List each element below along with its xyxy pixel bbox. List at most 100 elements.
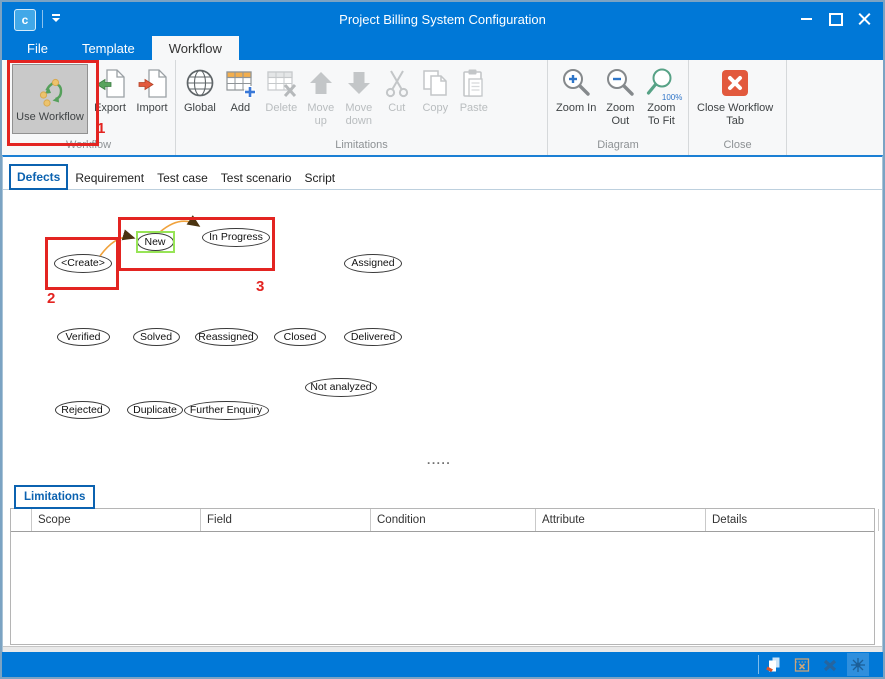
zoom-out-button[interactable]: Zoom Out (601, 63, 639, 130)
annotation-number-2: 2 (47, 290, 55, 307)
use-workflow-button[interactable]: Use Workflow (12, 64, 88, 134)
column-header-icon[interactable] (11, 509, 32, 531)
ribbon-button-row: Zoom In Zoom Out 100%Zoom To Fit (548, 60, 688, 139)
ribbon: Use WorkflowExportImportWorkflowGlobalAd… (2, 60, 883, 155)
node-create[interactable]: <Create> (54, 254, 112, 273)
content-panel: DefectsRequirementTest caseTest scenario… (2, 155, 883, 652)
ribbon-button-label: Zoom To Fit (647, 102, 675, 128)
node-in-progress[interactable]: In Progress (202, 228, 270, 247)
ribbon-button-row: Close Workflow Tab (689, 60, 786, 139)
ribbon-group-label: Close (689, 139, 786, 155)
export-button[interactable]: Export (90, 63, 130, 117)
ribbon-button-label: Zoom Out (606, 102, 634, 128)
close-workflow-tab-button[interactable]: Close Workflow Tab (694, 63, 776, 130)
titlebar-separator (42, 10, 43, 28)
window-controls (792, 2, 879, 36)
add-button[interactable]: Add (221, 63, 260, 117)
maximize-button[interactable] (821, 6, 850, 32)
column-header-field[interactable]: Field (201, 509, 371, 531)
column-header-scope[interactable]: Scope (32, 509, 201, 531)
workflow-canvas[interactable]: ..... <Create>NewIn ProgressAssignedVeri… (3, 190, 882, 482)
statusbar-icons (763, 653, 869, 676)
import-button[interactable]: Import (132, 63, 172, 117)
table-delete-icon (265, 65, 298, 101)
ribbon-button-label: Close Workflow Tab (697, 102, 773, 128)
zoom-in-icon (560, 65, 592, 101)
zoom-percent-badge: 100% (662, 93, 682, 102)
paste-icon (459, 65, 489, 101)
cut-button: Cut (379, 63, 415, 117)
ribbon-group-diagram: Zoom In Zoom Out 100%Zoom To Fit Diagram (548, 60, 689, 155)
move-down-button: Move down (341, 63, 377, 130)
statusbar-separator (758, 655, 759, 674)
tab-limitations[interactable]: Limitations (14, 485, 95, 509)
ribbon-button-label: Delete (265, 102, 297, 115)
copy-icon (420, 65, 451, 101)
limitations-table: ScopeFieldConditionAttributeDetails (10, 508, 875, 645)
minimize-button[interactable] (792, 6, 821, 32)
move-up-icon (306, 65, 336, 101)
maximize-icon (829, 13, 843, 26)
menu-tab-workflow[interactable]: Workflow (152, 36, 239, 60)
tab-test-case[interactable]: Test case (151, 167, 214, 189)
node-duplicate[interactable]: Duplicate (127, 401, 183, 419)
status-bar (2, 652, 883, 677)
global-button[interactable]: Global (181, 63, 219, 117)
ribbon-group-label: Limitations (176, 139, 547, 155)
column-header-condition[interactable]: Condition (371, 509, 536, 531)
ribbon-button-label: Add (231, 102, 251, 115)
ribbon-button-label: Move up (307, 102, 334, 128)
tab-defects[interactable]: Defects (9, 164, 68, 190)
pages-icon[interactable] (763, 653, 785, 676)
ribbon-button-label: Import (136, 102, 167, 115)
node-closed[interactable]: Closed (274, 328, 326, 346)
close-button[interactable] (850, 6, 879, 32)
quick-access-dropdown-icon[interactable] (52, 14, 60, 22)
tab-requirement[interactable]: Requirement (69, 167, 150, 189)
ribbon-button-label: Global (184, 102, 216, 115)
snowflake-icon[interactable] (847, 653, 869, 676)
node-rejected[interactable]: Rejected (55, 401, 110, 419)
app-window: c Project Billing System Configuration F… (0, 0, 885, 679)
paste-button: Paste (456, 63, 492, 117)
title-bar: c Project Billing System Configuration (2, 2, 883, 36)
menu-tab-template[interactable]: Template (65, 36, 152, 60)
ribbon-group-workflow: Use WorkflowExportImportWorkflow (2, 60, 176, 155)
ribbon-button-row: Use Workflow Export Import (2, 60, 175, 139)
column-header-attribute[interactable]: Attribute (536, 509, 706, 531)
node-reassigned[interactable]: Reassigned (195, 328, 258, 346)
close-tab-icon (720, 65, 750, 101)
import-icon (135, 65, 169, 101)
menu-bar: FileTemplateWorkflow (2, 36, 883, 60)
ribbon-button-label: Zoom In (556, 102, 596, 115)
grid-x-icon[interactable] (791, 653, 813, 676)
zoom-in-button[interactable]: Zoom In (553, 63, 599, 117)
column-header-details[interactable]: Details (706, 509, 879, 531)
node-not-analyzed[interactable]: Not analyzed (305, 378, 377, 397)
node-verified[interactable]: Verified (57, 328, 110, 346)
splitter-grip[interactable]: ..... (427, 453, 451, 467)
mail-x-icon[interactable] (819, 653, 841, 676)
ribbon-group-label: Diagram (548, 139, 688, 155)
limitations-panel: Limitations ScopeFieldConditionAttribute… (3, 482, 882, 649)
tab-script[interactable]: Script (298, 167, 341, 189)
menu-tab-file[interactable]: File (10, 36, 65, 60)
globe-icon (185, 65, 215, 101)
app-icon[interactable]: c (14, 9, 36, 31)
tab-test-scenario[interactable]: Test scenario (215, 167, 298, 189)
export-icon (93, 65, 127, 101)
move-up-button: Move up (303, 63, 339, 130)
node-delivered[interactable]: Delivered (344, 328, 402, 346)
ribbon-group-limitations: Global Add Delete Move up Move downCut Copy Pa… (176, 60, 548, 155)
node-assigned[interactable]: Assigned (344, 254, 402, 273)
ribbon-button-row: Global Add Delete Move up Move downCut Copy Pa… (176, 60, 547, 139)
ribbon-button-label: Export (94, 102, 126, 115)
delete-button: Delete (262, 63, 301, 117)
minimize-icon (801, 18, 812, 20)
ribbon-button-label: Copy (422, 102, 448, 115)
node-solved[interactable]: Solved (133, 328, 180, 346)
use-workflow-icon (34, 74, 66, 110)
zoom-to-fit-button[interactable]: 100%Zoom To Fit (641, 63, 681, 130)
node-further-enquiry[interactable]: Further Enquiry (184, 401, 269, 420)
ribbon-button-label: Paste (460, 102, 488, 115)
